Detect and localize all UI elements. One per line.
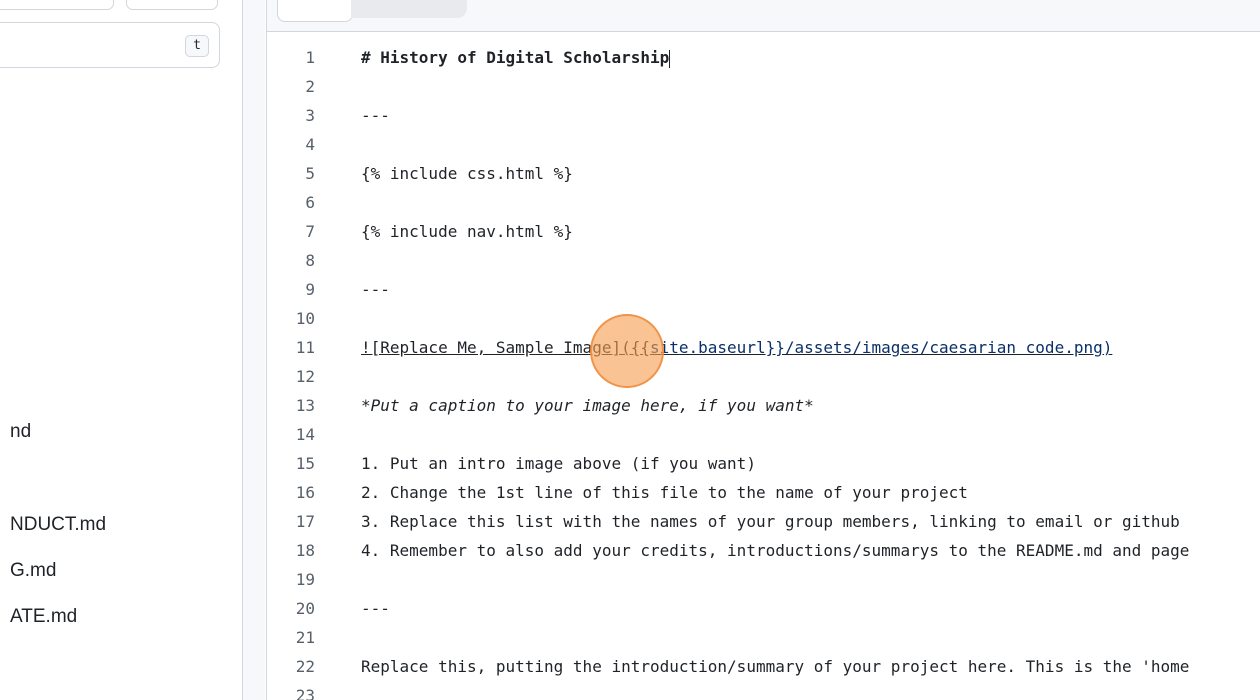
text-caret <box>669 49 671 68</box>
add-file-button[interactable] <box>126 0 218 10</box>
editor-line[interactable]: 14 <box>267 420 1260 449</box>
go-to-file-search-input[interactable]: t <box>0 22 220 68</box>
editor-line[interactable]: 23 <box>267 681 1260 700</box>
file-tree-item[interactable]: nd <box>10 421 31 443</box>
line-number: 11 <box>295 338 315 357</box>
branch-selector-button[interactable] <box>0 0 114 10</box>
line-content: Replace this, putting the introduction/s… <box>361 657 1190 676</box>
file-tree-sidebar: t nd NDUCT.md G.md ATE.md <box>0 0 243 700</box>
line-number: 19 <box>295 570 315 589</box>
line-number: 12 <box>295 367 315 386</box>
editor-line[interactable]: 17 3. Replace this list with the names of… <box>267 507 1260 536</box>
editor-line[interactable]: 9 --- <box>267 275 1260 304</box>
line-number: 23 <box>295 686 315 700</box>
line-text[interactable]: 1. Put an intro image above (if you want… <box>361 449 756 478</box>
editor-line[interactable]: 1 # History of Digital Scholarship <box>267 43 1260 72</box>
line-text[interactable]: 3. Replace this list with the names of y… <box>361 507 1180 536</box>
line-number: 3 <box>305 106 315 125</box>
line-content: 1. Put an intro image above (if you want… <box>361 454 756 473</box>
line-text[interactable]: {% include nav.html %} <box>361 217 573 246</box>
click-indicator <box>590 314 664 388</box>
line-text[interactable]: *Put a caption to your image here, if yo… <box>361 391 814 420</box>
code-editor[interactable]: 1 # History of Digital Scholarship 2 3 --- 4 5… <box>266 0 1260 700</box>
line-number: 17 <box>295 512 315 531</box>
editor-line[interactable]: 12 <box>267 362 1260 391</box>
editor-line[interactable]: 8 <box>267 246 1260 275</box>
markdown-image-suffix: }}/assets/images/caesarian code.png) <box>765 338 1113 357</box>
pane-divider[interactable] <box>243 0 265 700</box>
line-number: 22 <box>295 657 315 676</box>
editor-line[interactable]: 13 *Put a caption to your image here, if … <box>267 391 1260 420</box>
editor-toolbar <box>267 0 1260 32</box>
line-content: --- <box>361 599 390 618</box>
line-text[interactable]: 2. Change the 1st line of this file to t… <box>361 478 968 507</box>
editor-line[interactable]: 3 --- <box>267 101 1260 130</box>
keyboard-shortcut-badge: t <box>185 35 209 57</box>
line-number: 4 <box>305 135 315 154</box>
line-text[interactable]: 4. Remember to also add your credits, in… <box>361 536 1189 565</box>
line-number: 21 <box>295 628 315 647</box>
line-number: 18 <box>295 541 315 560</box>
line-number: 15 <box>295 454 315 473</box>
line-text[interactable]: {% include css.html %} <box>361 159 573 188</box>
line-number: 9 <box>305 280 315 299</box>
tab-preview[interactable] <box>351 0 467 18</box>
line-content: --- <box>361 280 390 299</box>
editor-line[interactable]: 22 Replace this, putting the introduction… <box>267 652 1260 681</box>
file-tree-item[interactable]: ATE.md <box>10 606 77 628</box>
line-number: 1 <box>305 48 315 67</box>
tab-edit[interactable] <box>277 0 353 22</box>
line-number: 8 <box>305 251 315 270</box>
line-content: --- <box>361 106 390 125</box>
line-content: *Put a caption to your image here, if yo… <box>361 396 814 415</box>
line-content: 4. Remember to also add your credits, in… <box>361 541 1190 560</box>
editor-line[interactable]: 18 4. Remember to also add your credits, … <box>267 536 1260 565</box>
markdown-link-url[interactable]: site.baseurl <box>650 338 766 357</box>
editor-line[interactable]: 10 <box>267 304 1260 333</box>
line-text[interactable]: ![Replace Me, Sample Image]({{site.baseu… <box>361 333 1112 362</box>
editor-line[interactable]: 7 {% include nav.html %} <box>267 217 1260 246</box>
line-text[interactable]: --- <box>361 594 390 623</box>
editor-line[interactable]: 2 <box>267 72 1260 101</box>
editor-line[interactable]: 19 <box>267 565 1260 594</box>
line-text[interactable]: --- <box>361 101 390 130</box>
line-number: 6 <box>305 193 315 212</box>
line-text[interactable]: # History of Digital Scholarship <box>361 43 671 72</box>
line-number: 10 <box>295 309 315 328</box>
editor-line[interactable]: 6 <box>267 188 1260 217</box>
editor-line[interactable]: 4 <box>267 130 1260 159</box>
line-content: 2. Change the 1st line of this file to t… <box>361 483 968 502</box>
editor-line[interactable]: 21 <box>267 623 1260 652</box>
line-content: # History of Digital Scholarship <box>361 48 670 67</box>
line-number: 2 <box>305 77 315 96</box>
line-content: {% include css.html %} <box>361 164 573 183</box>
editor-line[interactable]: 20 --- <box>267 594 1260 623</box>
line-content: 3. Replace this list with the names of y… <box>361 512 1180 531</box>
line-text[interactable]: --- <box>361 275 390 304</box>
line-number: 20 <box>295 599 315 618</box>
line-text[interactable]: Replace this, putting the introduction/s… <box>361 652 1189 681</box>
file-tree-item[interactable]: G.md <box>10 560 56 582</box>
line-number: 16 <box>295 483 315 502</box>
file-tree-item[interactable]: NDUCT.md <box>10 514 106 536</box>
editor-line[interactable]: 16 2. Change the 1st line of this file to… <box>267 478 1260 507</box>
editor-line[interactable]: 5 {% include css.html %} <box>267 159 1260 188</box>
editor-line[interactable]: 11 ![Replace Me, Sample Image]({{site.bas… <box>267 333 1260 362</box>
line-number: 14 <box>295 425 315 444</box>
line-number: 7 <box>305 222 315 241</box>
line-content: {% include nav.html %} <box>361 222 573 241</box>
editor-line[interactable]: 15 1. Put an intro image above (if you wa… <box>267 449 1260 478</box>
line-number: 5 <box>305 164 315 183</box>
line-number: 13 <box>295 396 315 415</box>
